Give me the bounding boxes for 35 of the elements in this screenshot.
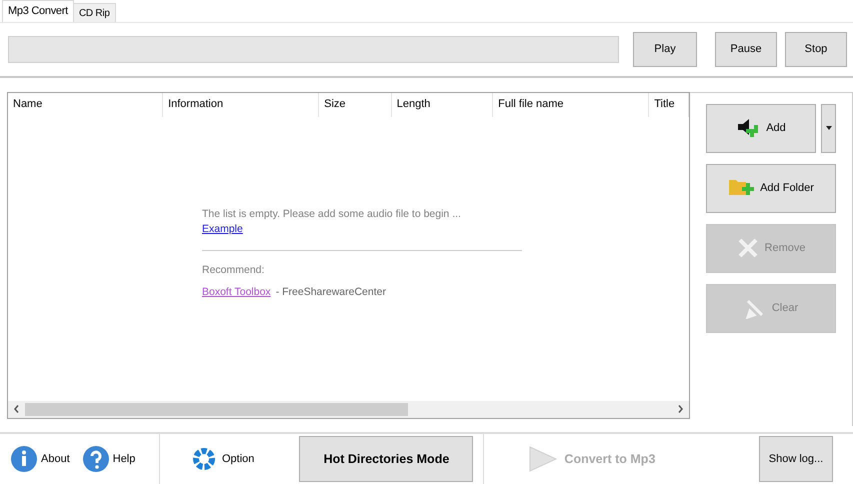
about-button[interactable]: About — [10, 445, 70, 473]
example-link[interactable]: Example — [202, 222, 243, 238]
player-button[interactable]: Pause — [715, 32, 777, 67]
column-header[interactable]: Name — [8, 92, 164, 117]
player-button[interactable]: Stop — [785, 32, 847, 67]
column-header[interactable]: Length — [392, 92, 494, 117]
toolbox-link[interactable]: Boxoft Toolbox — [202, 284, 271, 301]
mode-button[interactable]: Hot Directories Mode — [299, 436, 474, 482]
option-button[interactable]: Option — [192, 447, 254, 471]
show-log-button[interactable]: Show log... — [759, 436, 833, 482]
help-icon — [82, 445, 110, 473]
caret-icon — [826, 126, 832, 130]
help-button[interactable]: Help — [82, 445, 136, 473]
dropdown-button[interactable] — [821, 104, 836, 153]
player-button[interactable]: Play — [633, 32, 697, 67]
recommend-label: Recommend: — [202, 263, 264, 278]
column-header[interactable]: Full file name — [493, 92, 650, 117]
source-text: - FreeSharewareCenter — [276, 284, 386, 300]
tab[interactable]: Mp3 Convert — [2, 0, 74, 22]
empty-message: The list is empty. Please add some audio file to begin ... — [202, 206, 461, 222]
play-icon — [528, 445, 558, 473]
side-button[interactable]: Add Folder — [706, 164, 836, 213]
scroll-right-icon — [678, 405, 683, 414]
speaker-icon — [736, 117, 760, 140]
scroll-thumb[interactable] — [25, 402, 408, 416]
column-header[interactable]: Title — [649, 92, 689, 117]
scroll-left-icon — [14, 405, 19, 414]
tab[interactable]: CD Rip — [74, 3, 116, 22]
info-icon — [10, 445, 38, 473]
horizontal-scrollbar[interactable] — [8, 400, 689, 418]
column-header[interactable]: Information — [163, 92, 320, 117]
column-header[interactable]: Size — [319, 92, 392, 117]
gear-icon — [192, 447, 216, 471]
cross-icon — [736, 237, 759, 260]
side-button[interactable]: Add — [706, 104, 816, 153]
